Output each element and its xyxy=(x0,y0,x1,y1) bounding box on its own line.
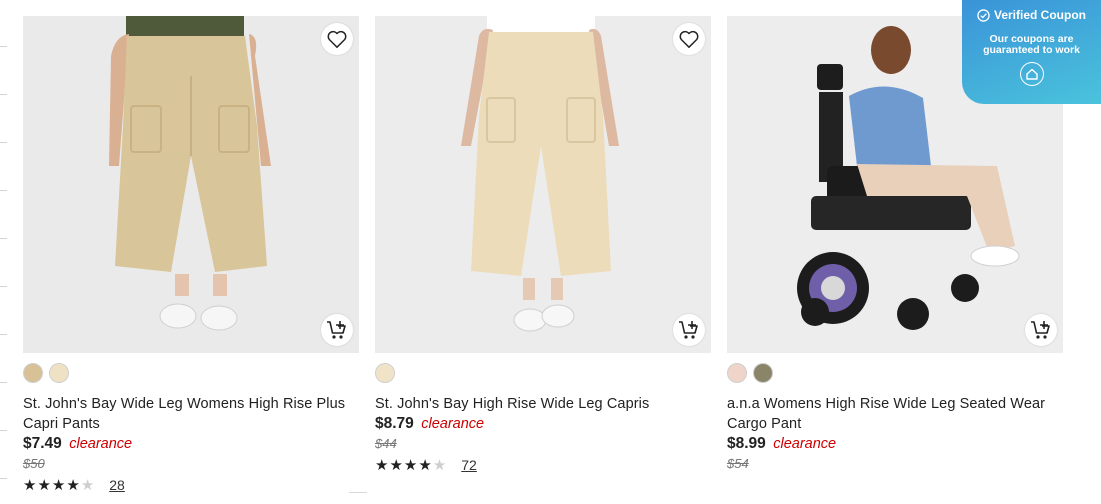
star-icon: ★ xyxy=(432,456,447,474)
star-rating: ★ ★ ★ ★ ★ xyxy=(23,478,94,493)
sale-price: $7.49 xyxy=(23,435,62,452)
star-icon: ★ xyxy=(66,476,80,494)
scroll-edge-ticks xyxy=(0,0,8,504)
coupon-logo-button[interactable] xyxy=(1019,62,1044,86)
review-count-link[interactable]: 72 xyxy=(461,457,477,473)
add-to-cart-button[interactable] xyxy=(1025,314,1057,346)
check-circle-icon xyxy=(977,8,990,22)
star-icon: ★ xyxy=(389,456,403,474)
rating[interactable]: ★ ★ ★ ★ ★ 72 xyxy=(375,454,711,476)
product-photo xyxy=(23,16,359,353)
product-title[interactable]: a.n.a Womens High Rise Wide Leg Seated W… xyxy=(727,394,1063,434)
product-card[interactable]: St. John's Bay Wide Leg Womens High Rise… xyxy=(23,16,359,496)
rating[interactable]: ★ ★ ★ ★ ★ 28 xyxy=(23,474,359,496)
favorite-button[interactable] xyxy=(321,23,353,55)
product-image[interactable] xyxy=(375,16,711,353)
product-photo xyxy=(375,16,711,353)
clearance-label: clearance xyxy=(69,436,133,452)
color-swatch[interactable] xyxy=(727,363,747,383)
add-to-cart-button[interactable] xyxy=(673,314,705,346)
heart-icon xyxy=(327,30,347,48)
price-row: $7.49 clearance xyxy=(23,435,359,455)
house-icon xyxy=(1025,68,1038,80)
add-to-cart-icon xyxy=(327,321,346,339)
sale-price: $8.79 xyxy=(375,415,414,432)
divider xyxy=(349,492,367,493)
color-swatch[interactable] xyxy=(375,363,395,383)
product-title[interactable]: St. John's Bay Wide Leg Womens High Rise… xyxy=(23,394,359,434)
add-to-cart-button[interactable] xyxy=(321,314,353,346)
color-swatches xyxy=(375,363,711,385)
add-to-cart-icon xyxy=(1031,321,1050,339)
coupon-title: Verified Coupon xyxy=(993,8,1086,22)
review-count-link[interactable]: 28 xyxy=(109,477,125,493)
product-title[interactable]: St. John's Bay High Rise Wide Leg Capris xyxy=(375,394,711,414)
price-row: $8.79 clearance xyxy=(375,415,711,435)
favorite-button[interactable] xyxy=(673,23,705,55)
star-icon: ★ xyxy=(23,476,37,494)
sale-price: $8.99 xyxy=(727,435,766,452)
original-price: $44 xyxy=(375,436,397,451)
star-icon: ★ xyxy=(403,456,418,474)
color-swatch[interactable] xyxy=(49,363,69,383)
star-icon: ★ xyxy=(51,476,66,494)
add-to-cart-icon xyxy=(679,321,698,339)
original-price: $50 xyxy=(23,456,45,471)
color-swatches xyxy=(727,363,1063,385)
clearance-label: clearance xyxy=(773,436,837,452)
original-price: $54 xyxy=(727,456,749,471)
star-icon: ★ xyxy=(418,456,432,474)
product-card[interactable]: St. John's Bay High Rise Wide Leg Capris… xyxy=(375,16,711,476)
coupon-header: Verified Coupon xyxy=(962,8,1101,22)
product-image[interactable] xyxy=(23,16,359,353)
star-icon: ★ xyxy=(375,456,389,474)
star-icon: ★ xyxy=(37,476,51,494)
verified-coupon-widget[interactable]: Verified Coupon Our coupons are guarante… xyxy=(962,0,1101,104)
star-rating: ★ ★ ★ ★ ★ xyxy=(375,458,446,473)
coupon-text: Our coupons are guaranteed to work xyxy=(983,33,1080,56)
heart-icon xyxy=(679,30,699,48)
clearance-label: clearance xyxy=(421,416,485,432)
color-swatch[interactable] xyxy=(753,363,773,383)
color-swatch[interactable] xyxy=(23,363,43,383)
star-icon: ★ xyxy=(80,476,95,494)
price-row: $8.99 clearance xyxy=(727,435,1063,455)
color-swatches xyxy=(23,363,359,385)
